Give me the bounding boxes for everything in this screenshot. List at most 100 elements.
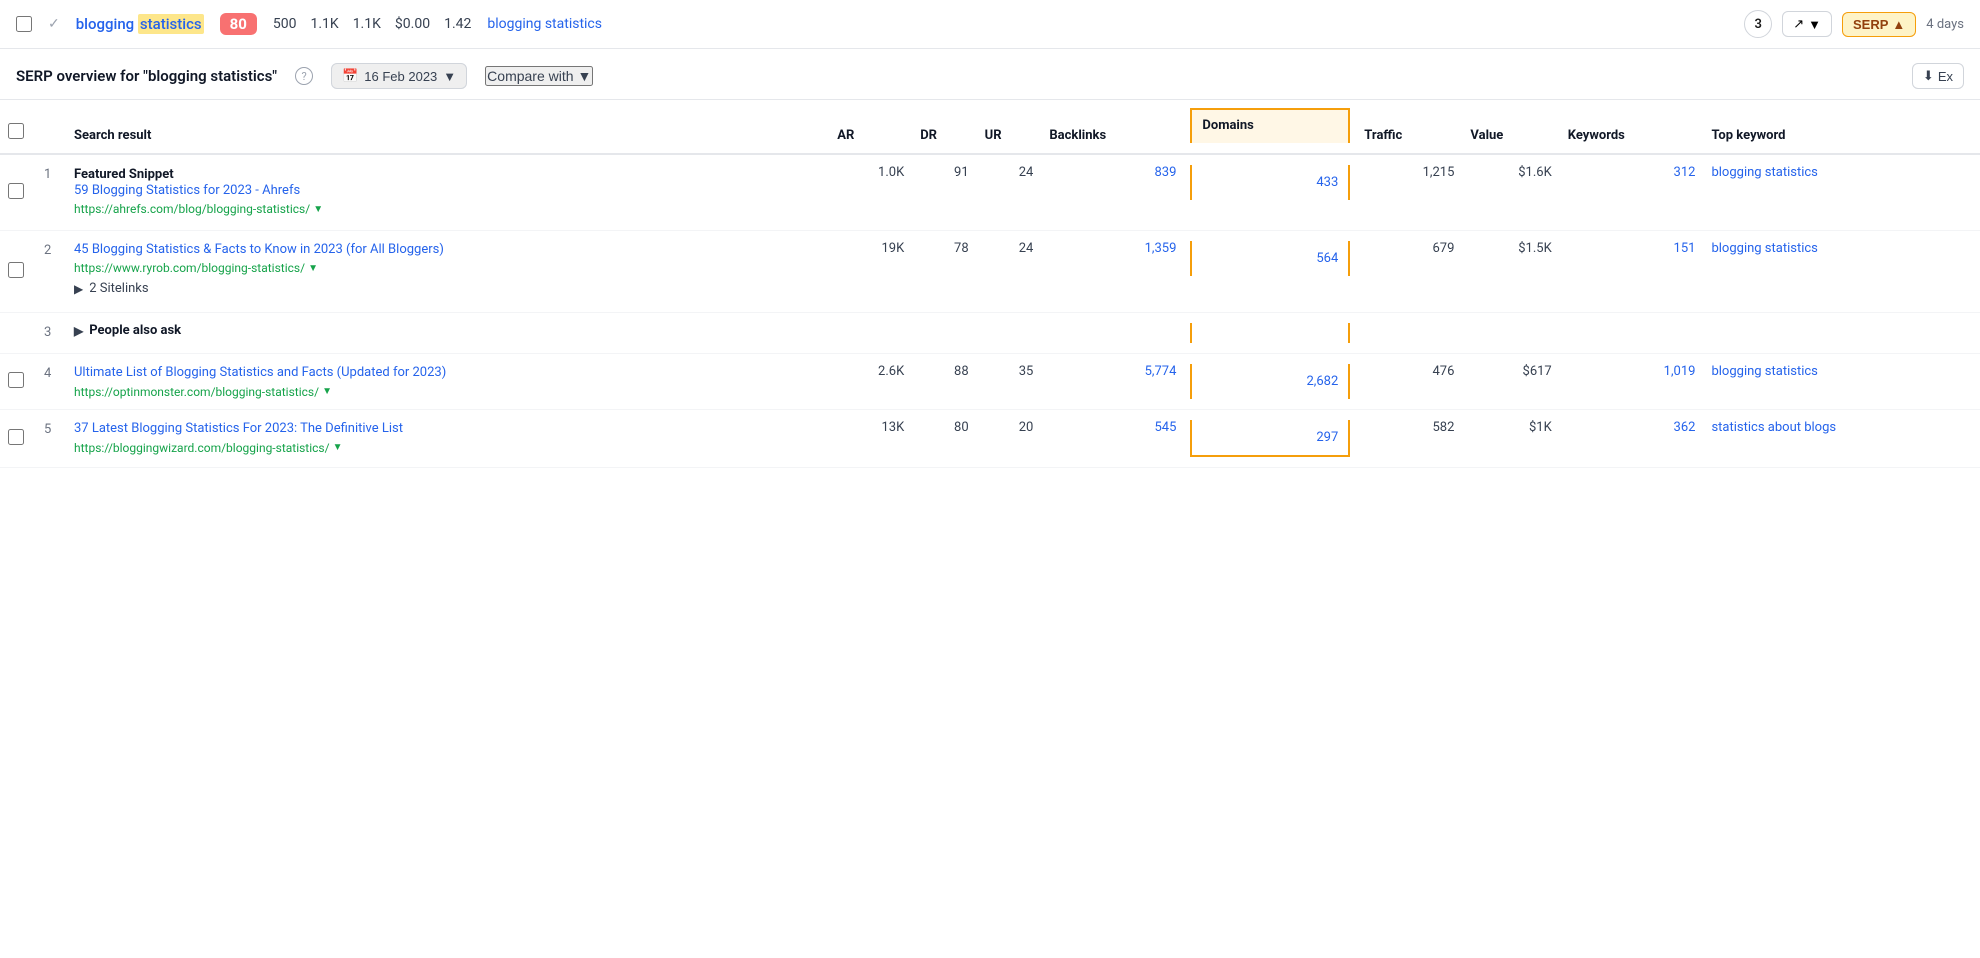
row5-keywords: 362 [1560, 410, 1704, 468]
topbar-stat-500: 500 [273, 16, 297, 32]
serp-button[interactable]: SERP ▲ [1842, 12, 1916, 37]
row5-checkbox[interactable] [8, 429, 24, 445]
compare-dropdown-icon: ▼ [578, 68, 592, 84]
row5-backlinks: 545 [1041, 410, 1184, 468]
row4-domains-cell: 2,682 [1184, 354, 1356, 410]
row5-title[interactable]: 37 Latest Blogging Statistics For 2023: … [74, 420, 821, 438]
row5-dr: 80 [912, 410, 976, 468]
row3-backlinks [1041, 313, 1184, 354]
row2-backlinks: 1,359 [1041, 231, 1184, 313]
row2-checkbox[interactable] [8, 262, 24, 278]
topbar-stat-11k-1: 1.1K [310, 16, 338, 32]
row3-keywords [1560, 313, 1704, 354]
row2-domains: 564 [1316, 251, 1338, 266]
topbar-days: 4 days [1926, 17, 1964, 32]
row4-title[interactable]: Ultimate List of Blogging Statistics and… [74, 364, 821, 382]
row4-traffic: 476 [1356, 354, 1462, 410]
row3-domains-highlight [1190, 323, 1350, 343]
row5-traffic: 582 [1356, 410, 1462, 468]
th-num [36, 100, 66, 154]
table-row: 5 37 Latest Blogging Statistics For 2023… [0, 410, 1980, 468]
row3-value [1462, 313, 1559, 354]
row4-domains-highlight: 2,682 [1190, 364, 1350, 399]
row1-backlinks: 839 [1041, 154, 1184, 231]
date-label: 16 Feb 2023 [364, 69, 437, 84]
topbar-checkbox[interactable] [16, 16, 32, 32]
row4-result: Ultimate List of Blogging Statistics and… [66, 354, 829, 410]
th-dr: DR [912, 100, 976, 154]
row5-result: 37 Latest Blogging Statistics For 2023: … [66, 410, 829, 468]
th-value: Value [1462, 100, 1559, 154]
table-row: 2 45 Blogging Statistics & Facts to Know… [0, 231, 1980, 313]
export-button[interactable]: ⬇ Ex [1912, 63, 1964, 89]
row3-result: ▶ People also ask [66, 313, 829, 354]
row4-url-dropdown-icon[interactable]: ▼ [322, 386, 332, 397]
row2-check-cell [0, 231, 36, 313]
row2-sitelinks-arrow[interactable]: ▶ [74, 282, 83, 296]
compare-with-label: Compare with [487, 68, 573, 84]
topbar-stats: 500 1.1K 1.1K $0.00 1.42 [273, 16, 472, 32]
trend-icon: ↗ [1793, 16, 1804, 32]
row4-url: https://optinmonster.com/blogging-statis… [74, 385, 821, 399]
row2-top-keyword[interactable]: blogging statistics [1703, 231, 1980, 313]
row3-num: 3 [36, 313, 66, 354]
row3-ur [977, 313, 1042, 354]
th-result: Search result [66, 100, 829, 154]
row2-url-dropdown-icon[interactable]: ▼ [308, 263, 318, 274]
calendar-icon: 📅 [342, 68, 358, 84]
row4-dr: 88 [912, 354, 976, 410]
export-icon: ⬇ [1923, 68, 1934, 84]
topbar-check-icon: ✓ [48, 16, 60, 32]
row1-top-keyword[interactable]: blogging statistics [1703, 154, 1980, 231]
row4-value: $617 [1462, 354, 1559, 410]
compare-with-button[interactable]: Compare with ▼ [485, 66, 593, 86]
table-select-all-checkbox[interactable] [8, 123, 24, 139]
serp-button-arrow: ▲ [1892, 17, 1905, 32]
row2-num: 2 [36, 231, 66, 313]
row3-paa-arrow[interactable]: ▶ [74, 324, 83, 338]
row2-value: $1.5K [1462, 231, 1559, 313]
row4-top-keyword[interactable]: blogging statistics [1703, 354, 1980, 410]
topbar-badge-num: 3 [1744, 10, 1772, 38]
trend-button[interactable]: ↗ ▼ [1782, 11, 1832, 37]
row4-backlinks: 5,774 [1041, 354, 1184, 410]
row2-domains-cell: 564 [1184, 231, 1356, 313]
serp-overview-title: SERP overview for "blogging statistics" [16, 67, 277, 85]
row5-url: https://bloggingwizard.com/blogging-stat… [74, 441, 821, 455]
top-bar: ✓ blogging statistics 80 500 1.1K 1.1K $… [0, 0, 1980, 49]
row1-url-dropdown-icon[interactable]: ▼ [313, 204, 323, 215]
row5-top-keyword[interactable]: statistics about blogs [1703, 410, 1980, 468]
row2-sitelinks-label: 2 Sitelinks [89, 281, 148, 296]
row2-result: 45 Blogging Statistics & Facts to Know i… [66, 231, 829, 313]
row2-traffic: 679 [1356, 231, 1462, 313]
row1-checkbox[interactable] [8, 183, 24, 199]
topbar-link-keyword[interactable]: blogging statistics [487, 16, 602, 32]
row1-traffic: 1,215 [1356, 154, 1462, 231]
row4-checkbox[interactable] [8, 372, 24, 388]
row1-title[interactable]: 59 Blogging Statistics for 2023 - Ahrefs [74, 182, 821, 200]
row2-ar: 19K [829, 231, 912, 313]
serp-table: Search result AR DR UR Backlinks Domains… [0, 100, 1980, 468]
row3-traffic [1356, 313, 1462, 354]
row2-title[interactable]: 45 Blogging Statistics & Facts to Know i… [74, 241, 821, 259]
row3-paa: ▶ People also ask [74, 323, 821, 338]
help-icon[interactable]: ? [295, 67, 313, 85]
export-label: Ex [1938, 69, 1953, 84]
th-check [0, 100, 36, 154]
th-domains: Domains [1184, 100, 1356, 154]
row3-top-keyword [1703, 313, 1980, 354]
row3-domains-cell [1184, 313, 1356, 354]
row1-keywords: 312 [1560, 154, 1704, 231]
row5-ar: 13K [829, 410, 912, 468]
topbar-stat-cost: $0.00 [395, 16, 430, 32]
row2-sitelinks: ▶ 2 Sitelinks [74, 275, 821, 302]
row5-num: 5 [36, 410, 66, 468]
row1-dr: 91 [912, 154, 976, 231]
date-picker-button[interactable]: 📅 16 Feb 2023 ▼ [331, 63, 467, 89]
row5-url-dropdown-icon[interactable]: ▼ [333, 442, 343, 453]
th-traffic: Traffic [1356, 100, 1462, 154]
row1-value: $1.6K [1462, 154, 1559, 231]
row3-check-cell [0, 313, 36, 354]
table-row: 1 Featured Snippet 59 Blogging Statistic… [0, 154, 1980, 231]
row1-num: 1 [36, 154, 66, 231]
